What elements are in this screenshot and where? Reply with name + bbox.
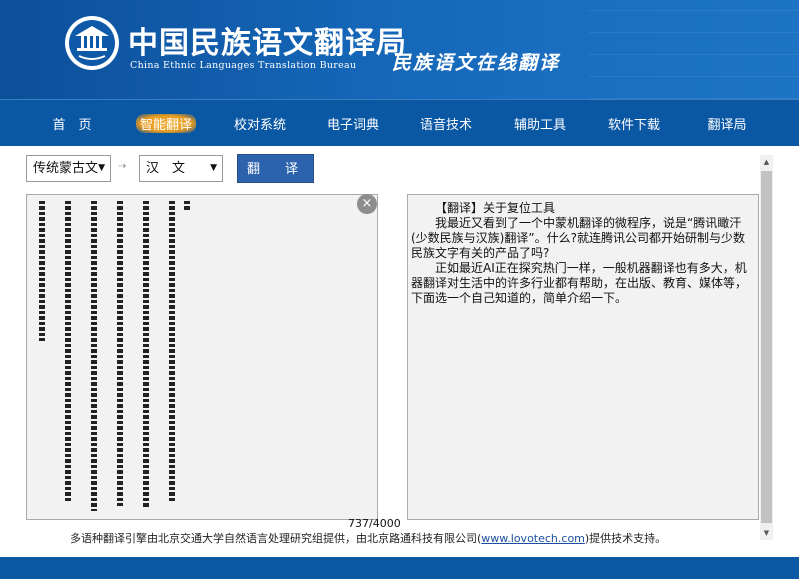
mongolian-text-column (39, 201, 45, 341)
scroll-up-arrow-icon[interactable]: ▲ (760, 155, 773, 169)
translation-result-text: 【翻译】关于复位工具 我最近又看到了一个中蒙机翻译的微程序，说是“腾讯瞰汗(少数… (411, 201, 755, 306)
mongolian-text-column (65, 201, 71, 501)
nav-item-speech-tech[interactable]: 语音技术 (420, 114, 472, 133)
mongolian-text-column (143, 201, 149, 509)
character-counter: 737/4000 (348, 517, 401, 530)
scrollbar-thumb[interactable] (761, 171, 772, 523)
source-language-value: 传统蒙古文 (33, 161, 99, 176)
footer-bar (0, 557, 799, 579)
page-scrollbar[interactable]: ▲ ▼ (760, 155, 773, 540)
bureau-logo-icon (65, 16, 119, 70)
mongolian-text-column (91, 201, 97, 511)
nav-item-bureau[interactable]: 翻译局 (707, 114, 746, 133)
chevron-down-icon: ▼ (210, 163, 217, 173)
result-title-line: 【翻译】关于复位工具 (435, 201, 556, 215)
target-language-select[interactable]: 汉 文 ▼ (139, 155, 223, 182)
source-language-select[interactable]: 传统蒙古文 ▼ (26, 155, 111, 182)
arrow-right-icon: ⇢ (118, 161, 127, 172)
nav-item-smart-translate[interactable]: 智能翻译 (135, 114, 197, 133)
result-paragraph: 正如最近AI正在探究热门一样，一般机器翻译也有多大，机器翻译对生活中的许多行业都… (411, 261, 748, 305)
nav-item-tools[interactable]: 辅助工具 (514, 114, 566, 133)
mongolian-text-column (117, 201, 123, 506)
nav-item-dictionary[interactable]: 电子词典 (327, 114, 379, 133)
scroll-down-arrow-icon[interactable]: ▼ (760, 526, 773, 540)
credits-note: 多语种翻译引擎由北京交通大学自然语言处理研究组提供，由北京路通科技有限公司(ww… (70, 530, 666, 546)
translation-result-area: 【翻译】关于复位工具 我最近又看到了一个中蒙机翻译的微程序，说是“腾讯瞰汗(少数… (407, 194, 759, 520)
site-title: 中国民族语文翻译局 (128, 26, 407, 61)
header-banner: 中国民族语文翻译局 China Ethnic Languages Transla… (0, 0, 799, 99)
banner-decoration (589, 0, 799, 99)
lovotech-link[interactable]: www.lovotech.com (481, 532, 585, 545)
credits-suffix: )提供技术支持。 (584, 532, 667, 545)
nav-item-downloads[interactable]: 软件下载 (608, 114, 660, 133)
credits-prefix: 多语种翻译引擎由北京交通大学自然语言处理研究组提供，由北京路通科技有限公司( (70, 532, 482, 545)
translate-button[interactable]: 翻 译 (237, 154, 314, 183)
source-text-area[interactable] (26, 194, 378, 520)
clear-text-button[interactable]: × (357, 194, 377, 214)
site-subtitle: China Ethnic Languages Translation Burea… (130, 60, 357, 71)
chevron-down-icon: ▼ (98, 163, 105, 173)
nav-item-home[interactable]: 首 页 (52, 114, 91, 133)
nav-item-proofreading[interactable]: 校对系统 (234, 114, 286, 133)
mongolian-text-column (169, 201, 175, 501)
site-slogan: 民族语文在线翻译 (392, 52, 561, 74)
main-nav: 首 页 智能翻译 校对系统 电子词典 语音技术 辅助工具 软件下载 翻译局 (0, 99, 799, 146)
result-paragraph: 我最近又看到了一个中蒙机翻译的微程序，说是“腾讯瞰汗(少数民族与汉族)翻译”。什… (411, 216, 745, 260)
mongolian-text-column (184, 201, 190, 211)
target-language-value: 汉 文 (146, 161, 186, 176)
